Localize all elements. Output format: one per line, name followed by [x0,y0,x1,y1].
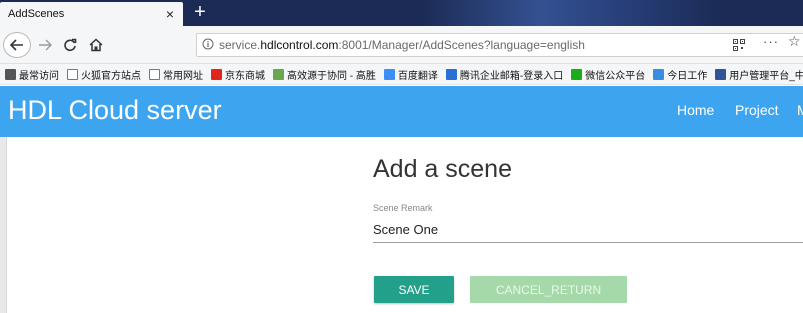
scene-remark-label: Scene Remark [373,203,433,213]
gear-star-icon [5,68,16,80]
bookmark-item[interactable]: 百度翻译 [383,67,438,82]
url-domain: hdlcontrol.com [260,38,339,52]
close-tab-icon[interactable]: × [161,6,179,22]
left-sidebar [0,137,7,313]
app-header: HDL Cloud server Home Project M [0,86,803,137]
baidu-translate-icon [383,68,395,80]
bookmark-item[interactable]: 常用网址 [149,67,203,82]
bookmark-item[interactable]: 微信公众平台 [571,67,645,82]
bookmark-label: 用户管理平台_中国 [729,70,803,82]
back-arrow-icon[interactable] [3,32,31,58]
bookmark-label: 百度翻译 [397,70,438,82]
nav-home-link[interactable]: Home [677,102,714,118]
bookmark-label: 最常访问 [19,70,59,82]
save-button[interactable]: SAVE [374,276,454,303]
bookmark-item[interactable]: 腾讯企业邮箱-登录入口 [445,67,564,82]
qr-code-icon[interactable] [733,38,745,51]
bookmark-item[interactable]: 火狐官方站点 [67,67,141,82]
bookmark-item[interactable]: 最常访问 [5,67,59,82]
mail-icon [445,68,457,80]
bookmark-label: 微信公众平台 [585,70,646,82]
new-tab-icon[interactable]: + [188,0,212,26]
folder-icon [67,68,78,80]
bookmark-item[interactable]: 用户管理平台_中国 [715,67,803,82]
bookmark-star-icon[interactable]: ☆ [788,33,801,50]
bookmark-item[interactable]: 今日工作 [653,67,707,82]
bookmark-label: 常用网址 [163,70,203,82]
forward-arrow-icon[interactable] [36,32,54,58]
more-actions-icon[interactable]: ··· [763,34,779,49]
bookmark-label: 腾讯企业邮箱-登录入口 [459,70,564,82]
tab-strip-background [420,0,720,26]
gear-icon [273,68,284,80]
scene-remark-input[interactable] [373,217,803,243]
bookmark-label: 京东商城 [225,70,265,82]
url-bar[interactable]: service.hdlcontrol.com:8001/Manager/AddS… [196,33,803,57]
browser-tab-strip: AddScenes × + [0,0,803,26]
url-prefix: service. [219,38,261,52]
browser-nav-bar: service.hdlcontrol.com:8001/Manager/AddS… [0,26,803,64]
bookmark-item[interactable]: 高效源于协同 - 高胜 [273,67,376,82]
info-icon[interactable] [197,38,219,53]
bookmark-label: 火狐官方站点 [81,70,141,82]
bookmark-label: 高效源于协同 - 高胜 [287,70,376,82]
tab-title: AddScenes [8,8,65,20]
cancel-return-button[interactable]: CANCEL_RETURN [470,276,627,303]
app-brand[interactable]: HDL Cloud server [8,95,222,126]
bookmark-item[interactable]: 京东商城 [211,67,265,82]
page-title: Add a scene [373,155,512,183]
nav-more-link[interactable]: M [797,102,803,118]
browser-tab[interactable]: AddScenes × [0,2,183,26]
url-text: service.hdlcontrol.com:8001/Manager/AddS… [219,38,585,52]
reload-icon[interactable] [60,32,80,58]
wechat-icon [571,68,583,80]
nav-project-link[interactable]: Project [735,102,779,118]
bookmarks-bar: 最常访问 火狐官方站点 常用网址 京东商城 高效源于协同 - 高胜 百度翻译 腾讯企业邮箱-… [0,64,803,85]
platform-icon [715,68,727,80]
jd-icon [211,68,222,80]
work-icon [653,68,665,80]
url-path: :8001/Manager/AddScenes?language=english [338,38,585,52]
home-icon[interactable] [86,32,106,58]
bookmark-label: 今日工作 [667,70,708,82]
folder-icon [149,68,160,80]
